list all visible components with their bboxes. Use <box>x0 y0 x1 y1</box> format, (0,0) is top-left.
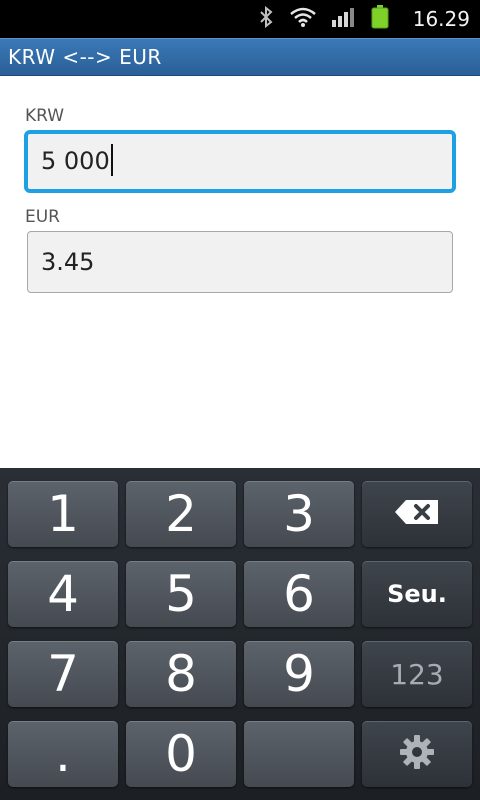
key-1[interactable]: 1 <box>8 481 118 547</box>
app-title: KRW <--> EUR <box>8 45 162 69</box>
eur-input[interactable]: 3.45 <box>27 231 453 293</box>
next-key-label: Seu. <box>387 580 447 608</box>
gear-icon <box>398 733 436 775</box>
blank-key[interactable] <box>244 721 354 787</box>
key-3-label: 3 <box>283 485 315 543</box>
key-5[interactable]: 5 <box>126 561 236 627</box>
key-9[interactable]: 9 <box>244 641 354 707</box>
numeric-keyboard: 1 2 3 4 5 6 Seu. 7 8 9 123 . 0 <box>0 468 480 800</box>
backspace-key[interactable] <box>362 481 472 547</box>
krw-input[interactable]: 5 000 <box>24 130 456 193</box>
status-icons: 16.29 <box>257 0 470 38</box>
key-7-label: 7 <box>47 645 79 703</box>
key-6[interactable]: 6 <box>244 561 354 627</box>
backspace-icon <box>394 499 440 529</box>
key-dot-label: . <box>55 725 71 783</box>
key-8-label: 8 <box>165 645 197 703</box>
title-bar: KRW <--> EUR <box>0 38 480 76</box>
key-2[interactable]: 2 <box>126 481 236 547</box>
settings-key[interactable] <box>362 721 472 787</box>
bluetooth-icon <box>257 5 275 32</box>
status-time: 16.29 <box>412 7 470 31</box>
status-bar: 16.29 <box>0 0 480 38</box>
next-key[interactable]: Seu. <box>362 561 472 627</box>
battery-icon <box>371 5 389 33</box>
key-1-label: 1 <box>47 485 79 543</box>
mode-key[interactable]: 123 <box>362 641 472 707</box>
key-4-label: 4 <box>47 565 79 623</box>
wifi-icon <box>289 6 317 32</box>
text-cursor <box>110 144 113 176</box>
krw-label: KRW <box>25 106 65 126</box>
key-0-label: 0 <box>165 725 197 783</box>
eur-label: EUR <box>25 207 60 227</box>
key-9-label: 9 <box>283 645 315 703</box>
converter-form: KRW 5 000 EUR 3.45 <box>0 76 480 468</box>
key-6-label: 6 <box>283 565 315 623</box>
eur-input-value: 3.45 <box>41 248 95 276</box>
key-0[interactable]: 0 <box>126 721 236 787</box>
key-4[interactable]: 4 <box>8 561 118 627</box>
key-3[interactable]: 3 <box>244 481 354 547</box>
key-8[interactable]: 8 <box>126 641 236 707</box>
krw-input-value: 5 000 <box>41 147 110 175</box>
key-7[interactable]: 7 <box>8 641 118 707</box>
key-dot[interactable]: . <box>8 721 118 787</box>
mode-key-label: 123 <box>390 657 444 691</box>
key-2-label: 2 <box>165 485 197 543</box>
key-5-label: 5 <box>165 565 197 623</box>
signal-icon <box>331 6 357 32</box>
